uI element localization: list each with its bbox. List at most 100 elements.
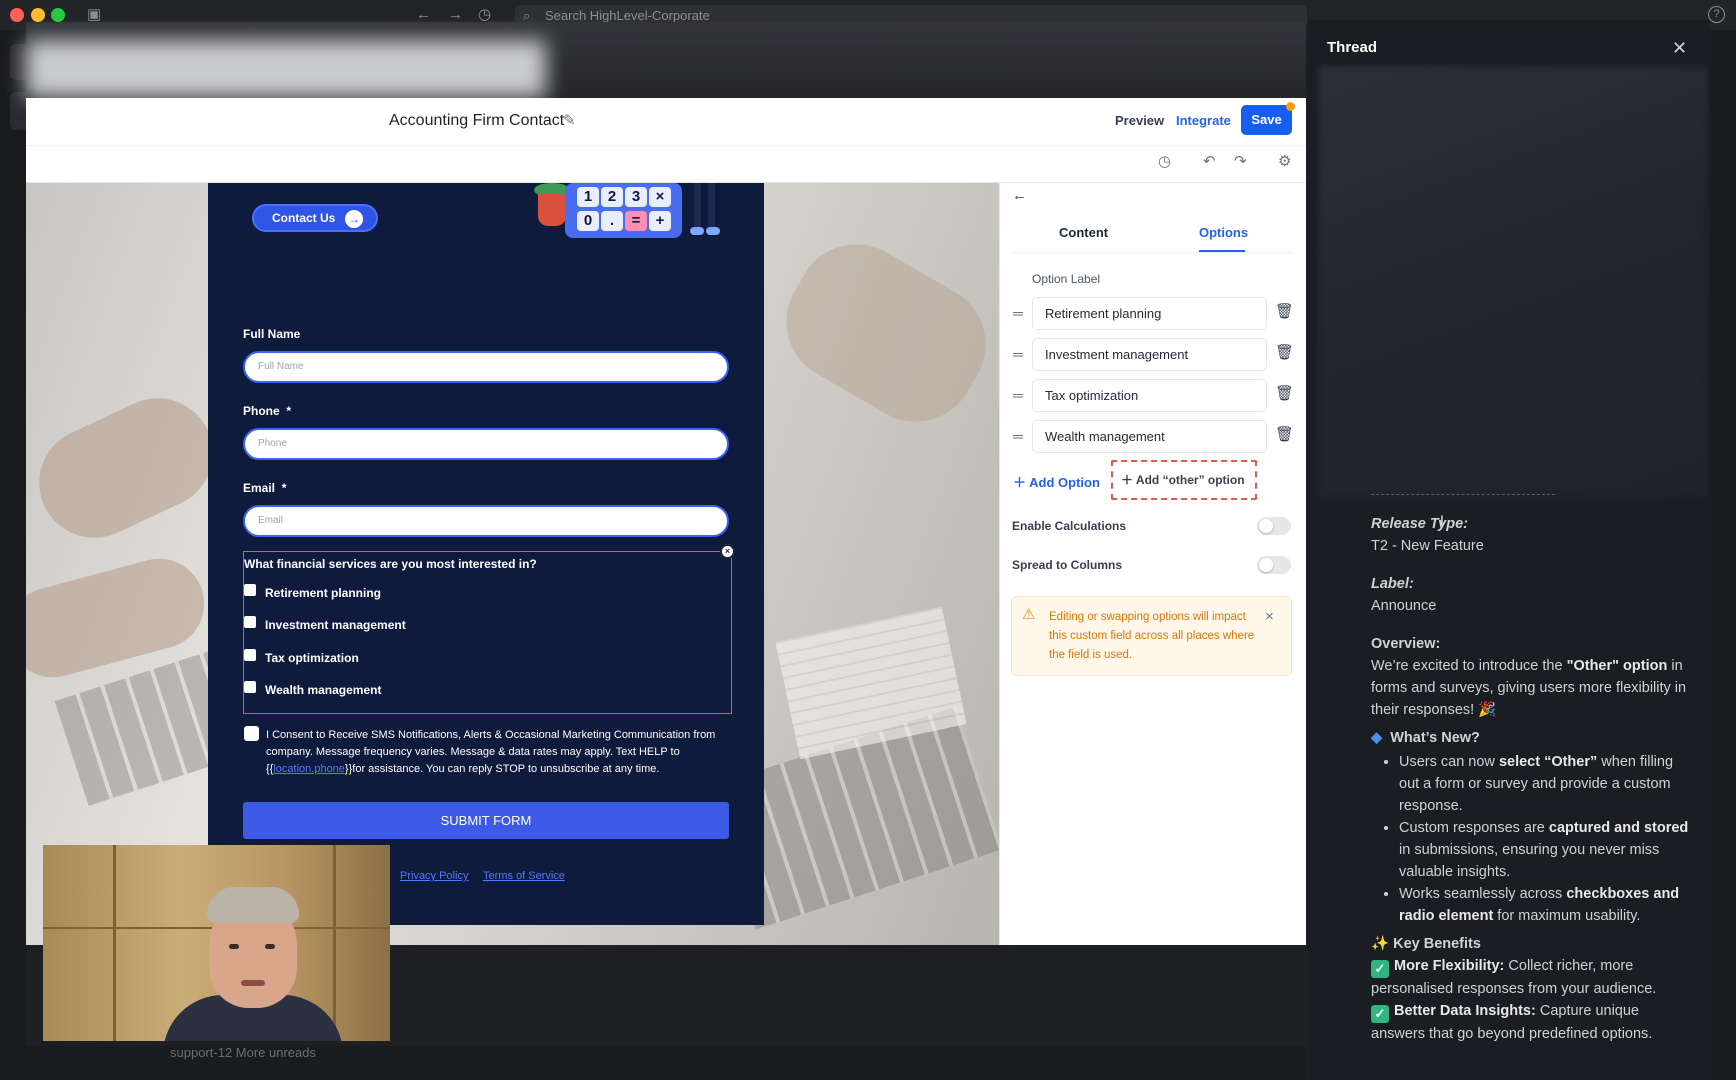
- integrate-button[interactable]: Integrate: [1176, 110, 1231, 132]
- overview-text: We’re excited to introduce the "Other" o…: [1371, 655, 1693, 721]
- consent-checkbox[interactable]: [244, 726, 259, 741]
- checkbox[interactable]: [244, 649, 256, 661]
- key-benefits-text: Key Benefits: [1393, 936, 1481, 952]
- form-title[interactable]: Accounting Firm Contact: [389, 110, 564, 132]
- consent-text-end: }}for assistance. You can reply STOP to …: [344, 763, 660, 775]
- list-item: Works seamlessly across checkboxes and r…: [1399, 883, 1693, 927]
- plant-pot-illustration: [538, 194, 566, 226]
- option-input[interactable]: Wealth management: [1032, 420, 1267, 453]
- back-arrow-icon[interactable]: ←: [1012, 186, 1027, 206]
- trash-icon[interactable]: 🗑: [1275, 303, 1294, 321]
- mouth: [241, 980, 265, 986]
- help-icon[interactable]: ?: [1708, 6, 1725, 23]
- drag-handle-icon[interactable]: ═: [1013, 306, 1023, 320]
- unsaved-indicator: [1286, 102, 1295, 111]
- terms-of-service-link[interactable]: Terms of Service: [483, 868, 565, 884]
- hand-photo: [26, 380, 231, 556]
- overview-bold: "Other" option: [1566, 658, 1668, 674]
- active-tab-indicator: [1199, 250, 1245, 252]
- submit-form-button[interactable]: SUBMIT FORM: [243, 802, 729, 839]
- privacy-policy-link[interactable]: Privacy Policy: [400, 868, 468, 884]
- option-label-heading: Option Label: [1032, 272, 1101, 286]
- close-window-button[interactable]: [10, 8, 24, 22]
- full-name-input[interactable]: Full Name: [243, 351, 729, 383]
- close-icon[interactable]: ✕: [1672, 38, 1687, 58]
- trash-icon[interactable]: 🗑: [1275, 344, 1294, 362]
- sparkles-icon: ✨: [1371, 936, 1390, 952]
- redo-icon[interactable]: ↷: [1234, 152, 1247, 172]
- spread-to-columns-toggle[interactable]: [1257, 556, 1291, 574]
- builder-toolbar: [26, 145, 1306, 183]
- zoom-window-button[interactable]: [51, 8, 65, 22]
- release-type-key: Release Type:: [1371, 516, 1468, 532]
- hand-photo: [764, 222, 999, 444]
- trash-icon[interactable]: 🗑: [1275, 426, 1294, 444]
- plus-icon: ＋: [1013, 475, 1027, 490]
- drag-handle-icon[interactable]: ═: [1013, 388, 1023, 402]
- thread-message: Release Type: T2 - New Feature Label: An…: [1371, 513, 1693, 1045]
- undo-icon[interactable]: ↶: [1203, 152, 1216, 172]
- location-phone-link[interactable]: location.phone: [273, 763, 345, 775]
- release-type-value: T2 - New Feature: [1371, 538, 1484, 554]
- phone-label-text: Phone: [243, 404, 280, 418]
- webcam-feed: [43, 845, 390, 1041]
- minimize-window-button[interactable]: [31, 8, 45, 22]
- background-bottom-text: support-12 More unreads: [170, 1045, 316, 1060]
- phone-input[interactable]: Phone: [243, 428, 729, 460]
- label-key: Label:: [1371, 576, 1414, 592]
- arrow-right-icon: →: [345, 210, 363, 228]
- drag-handle-icon[interactable]: ═: [1013, 429, 1023, 443]
- checkbox[interactable]: [244, 616, 256, 628]
- settings-sliders-icon[interactable]: ⚙: [1278, 152, 1291, 172]
- option-input[interactable]: Tax optimization: [1032, 379, 1267, 412]
- background-sidebar: [0, 30, 26, 1080]
- person-hair: [207, 887, 299, 923]
- eye: [265, 944, 275, 949]
- tab-divider: [1012, 252, 1294, 253]
- checkbox-option-label: Investment management: [265, 618, 406, 632]
- overview-key: Overview:: [1371, 636, 1441, 652]
- key-benefits-heading: ✨ Key Benefits: [1371, 933, 1693, 955]
- shoe: [690, 227, 704, 235]
- add-other-option-label: Add “other” option: [1135, 473, 1245, 487]
- checkbox[interactable]: [244, 584, 256, 596]
- tab-content[interactable]: Content: [1059, 224, 1108, 242]
- remove-field-icon[interactable]: ×: [720, 544, 735, 559]
- eye: [229, 944, 239, 949]
- wall-line: [333, 845, 336, 1041]
- question-label: What financial services are you most int…: [244, 557, 537, 571]
- whats-new-list: Users can now select “Other” when fillin…: [1371, 751, 1693, 927]
- shoe: [706, 227, 720, 235]
- divider: [1371, 494, 1555, 495]
- checkbox-option-label: Wealth management: [265, 683, 382, 697]
- pencil-icon[interactable]: ✎: [563, 110, 576, 132]
- preview-button[interactable]: Preview: [1115, 110, 1164, 132]
- close-icon[interactable]: ×: [1265, 609, 1274, 625]
- whats-new-heading: ◆ What’s New?: [1371, 727, 1693, 749]
- tab-options[interactable]: Options: [1199, 224, 1248, 242]
- calc-key: =: [625, 211, 647, 231]
- drag-handle-icon[interactable]: ═: [1013, 347, 1023, 361]
- benefit-item: ✓ Better Data Insights: Capture unique an…: [1371, 1003, 1653, 1042]
- option-input[interactable]: Retirement planning: [1032, 297, 1267, 330]
- email-input[interactable]: Email: [243, 505, 729, 537]
- add-option-label: Add Option: [1029, 475, 1100, 490]
- required-mark: *: [281, 481, 287, 495]
- enable-calculations-toggle[interactable]: [1257, 517, 1291, 535]
- benefit-item: ✓ More Flexibility: Collect richer, more …: [1371, 958, 1657, 997]
- required-mark: *: [286, 404, 292, 418]
- builder-header: [26, 98, 1306, 145]
- phone-label: Phone *: [243, 403, 291, 419]
- list-item: Users can now select “Other” when fillin…: [1399, 751, 1693, 817]
- option-input[interactable]: Investment management: [1032, 338, 1267, 371]
- calc-key: 0: [577, 211, 599, 231]
- add-other-option-button[interactable]: ＋ Add “other” option: [1111, 460, 1257, 500]
- history-icon[interactable]: ◷: [1158, 152, 1171, 172]
- add-option-button[interactable]: ＋ Add Option: [1013, 474, 1100, 492]
- full-name-label: Full Name: [243, 327, 301, 341]
- checkbox-option-label: Retirement planning: [265, 586, 382, 600]
- checkbox[interactable]: [244, 681, 256, 693]
- trash-icon[interactable]: 🗑: [1275, 385, 1294, 403]
- warning-text: Editing or swapping options will impact …: [1049, 611, 1255, 661]
- save-button[interactable]: Save: [1241, 105, 1292, 135]
